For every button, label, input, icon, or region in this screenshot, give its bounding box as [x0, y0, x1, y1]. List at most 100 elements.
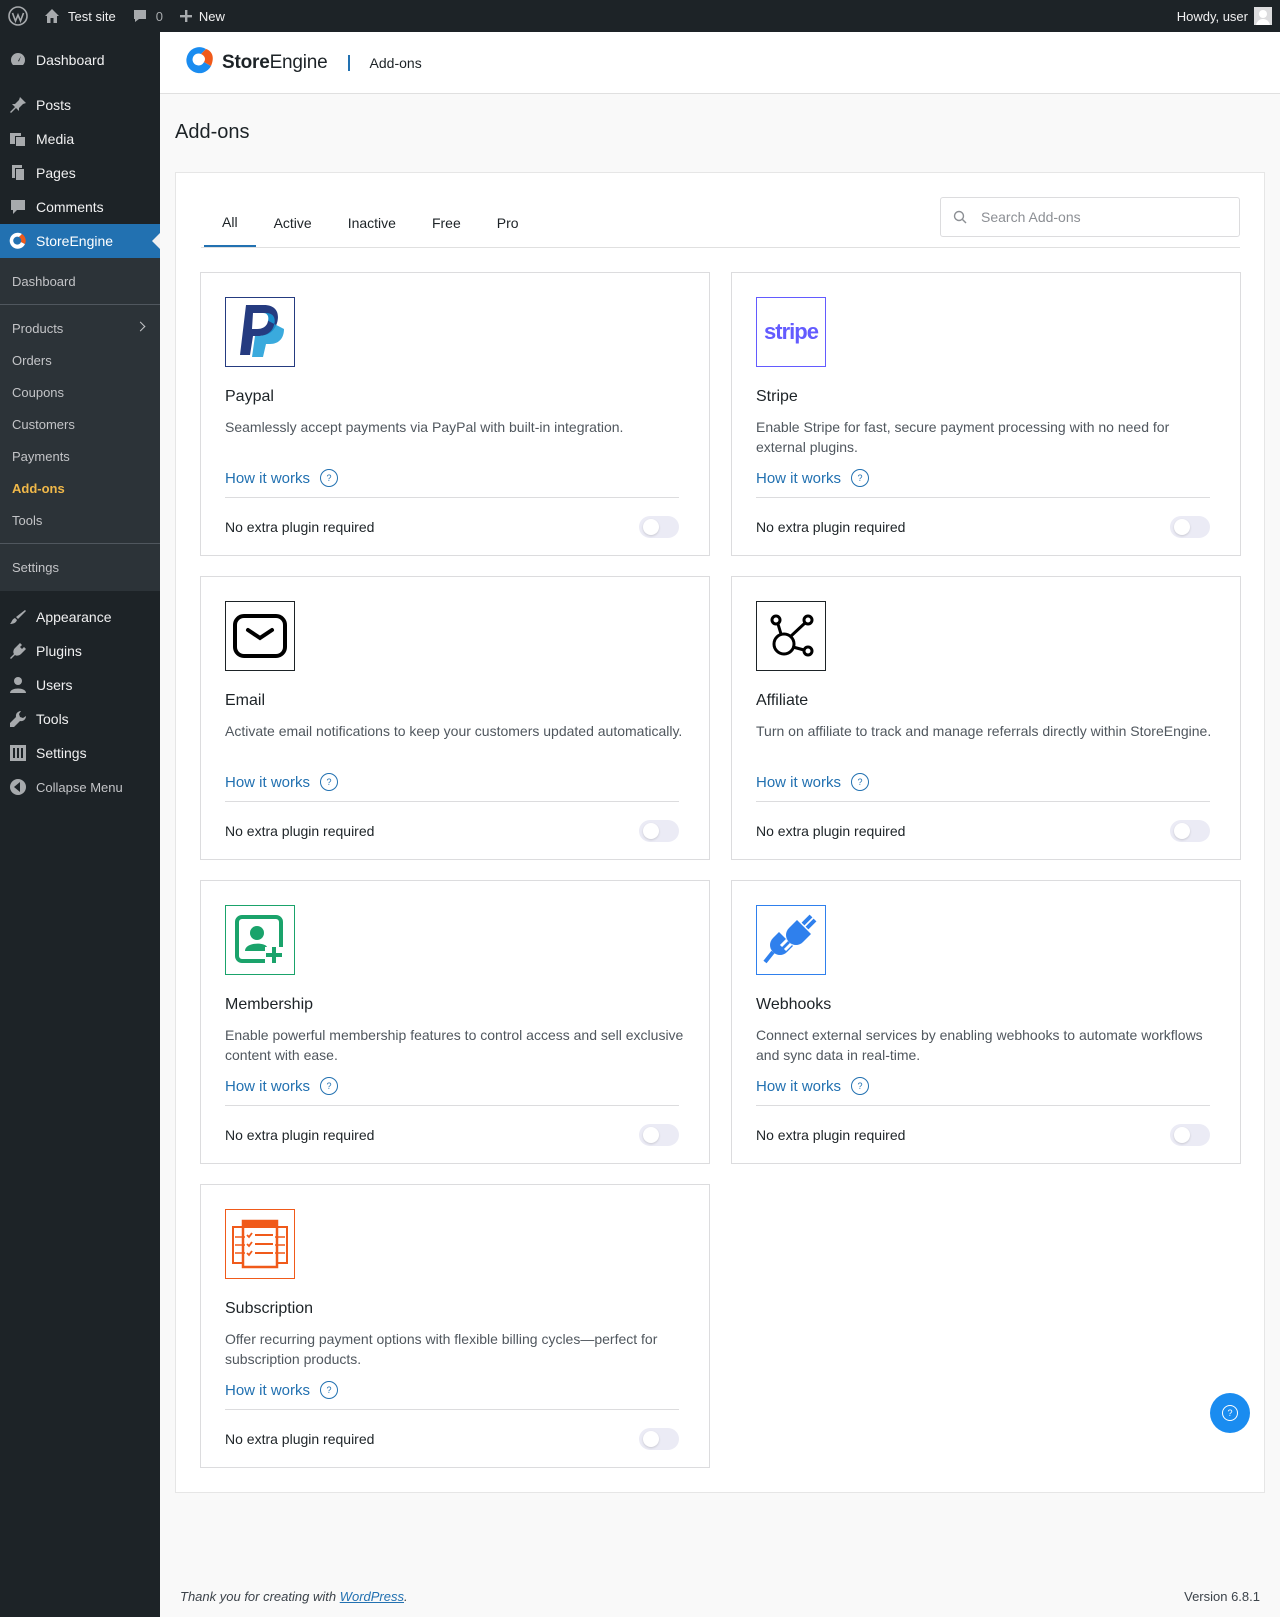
new-content-link[interactable]: New: [171, 0, 233, 32]
addon-toggle[interactable]: [1170, 516, 1210, 538]
affiliate-icon: [756, 601, 826, 671]
addon-description: Enable Stripe for fast, secure payment p…: [756, 419, 1170, 455]
media-icon: [8, 129, 28, 149]
addon-description: Connect external services by enabling we…: [756, 1027, 1203, 1063]
menu-comments[interactable]: Comments: [0, 190, 160, 224]
storeengine-logo-icon: [184, 45, 216, 80]
plugin-requirement: No extra plugin required: [756, 1127, 906, 1143]
help-circle-icon: ?: [320, 773, 339, 791]
tab-active[interactable]: Active: [256, 199, 330, 247]
filter-tabs: All Active Inactive Free Pro: [204, 199, 537, 247]
help-circle-icon: ?: [320, 469, 339, 487]
stripe-wordmark: stripe: [764, 319, 819, 344]
how-it-works-link[interactable]: How it works?: [225, 773, 339, 791]
dashboard-icon: [8, 50, 28, 70]
site-name-link[interactable]: Test site: [36, 0, 124, 32]
how-label: How it works: [225, 773, 311, 791]
submenu-orders[interactable]: Orders: [0, 344, 160, 376]
menu-pages[interactable]: Pages: [0, 156, 160, 190]
my-account[interactable]: Howdy, user: [1177, 0, 1272, 32]
submenu-dashboard[interactable]: Dashboard: [0, 265, 160, 297]
how-it-works-link[interactable]: How it works?: [225, 469, 339, 487]
admin-sidebar: Dashboard Posts Media Pages Comments Sto…: [0, 32, 160, 1617]
submenu-tools[interactable]: Tools: [0, 504, 160, 536]
howdy-text: Howdy, user: [1176, 8, 1248, 24]
menu-label: Plugins: [36, 643, 82, 659]
menu-label: Appearance: [36, 609, 112, 625]
how-it-works-link[interactable]: How it works?: [756, 469, 870, 487]
wordpress-logo-icon[interactable]: [0, 0, 36, 32]
search-input[interactable]: [981, 209, 1221, 225]
addon-toggle[interactable]: [639, 516, 679, 538]
tab-free[interactable]: Free: [414, 199, 479, 247]
submenu-coupons[interactable]: Coupons: [0, 376, 160, 408]
how-it-works-link[interactable]: How it works?: [225, 1077, 339, 1095]
site-name: Test site: [68, 8, 116, 24]
footer-version: Version 6.8.1: [1184, 1589, 1260, 1604]
menu-posts[interactable]: Posts: [0, 88, 160, 122]
menu-users[interactable]: Users: [0, 668, 160, 702]
submenu-payments[interactable]: Payments: [0, 440, 160, 472]
submenu-customers[interactable]: Customers: [0, 408, 160, 440]
page-title: Add-ons: [175, 121, 250, 143]
comments-link[interactable]: 0: [124, 0, 171, 32]
plus-icon: [179, 10, 192, 22]
menu-appearance[interactable]: Appearance: [0, 600, 160, 634]
card-divider: [756, 801, 1210, 802]
addon-toggle[interactable]: [1170, 1124, 1210, 1146]
tab-inactive[interactable]: Inactive: [330, 199, 414, 247]
addon-card-affiliate: Affiliate Turn on affiliate to track and…: [731, 576, 1241, 860]
how-label: How it works: [225, 469, 311, 487]
addon-description: Offer recurring payment options with fle…: [225, 1331, 658, 1367]
help-button[interactable]: ?: [1210, 1393, 1250, 1433]
settings-icon: [8, 743, 28, 763]
comments-count: 0: [155, 8, 163, 24]
how-label: How it works: [225, 1381, 311, 1399]
tab-pro[interactable]: Pro: [479, 199, 537, 247]
menu-tools[interactable]: Tools: [0, 702, 160, 736]
addon-title: Membership: [225, 996, 314, 1013]
addon-toggle[interactable]: [639, 1124, 679, 1146]
plugin-icon: [8, 641, 28, 661]
menu-label: Dashboard: [36, 52, 105, 68]
footer-suffix: .: [404, 1589, 408, 1604]
submenu-products[interactable]: Products: [0, 312, 160, 344]
how-it-works-link[interactable]: How it works?: [756, 1077, 870, 1095]
chevron-right-icon: [135, 321, 146, 332]
addon-title: Subscription: [225, 1300, 314, 1317]
addon-card-webhooks: Webhooks Connect external services by en…: [731, 880, 1241, 1164]
menu-label: Tools: [36, 711, 69, 727]
submenu-separator: [0, 304, 160, 305]
submenu-addons[interactable]: Add-ons: [0, 472, 160, 504]
plugin-requirement: No extra plugin required: [756, 823, 906, 839]
how-label: How it works: [756, 773, 842, 791]
menu-dashboard[interactable]: Dashboard: [0, 43, 160, 77]
submenu-settings[interactable]: Settings: [0, 551, 160, 583]
addon-title: Webhooks: [756, 996, 832, 1013]
menu-plugins[interactable]: Plugins: [0, 634, 160, 668]
addon-toggle[interactable]: [1170, 820, 1210, 842]
how-label: How it works: [225, 1077, 311, 1095]
addon-toggle[interactable]: [639, 1428, 679, 1450]
how-it-works-link[interactable]: How it works?: [225, 1381, 339, 1399]
addon-card-stripe: stripe Stripe Enable Stripe for fast, se…: [731, 272, 1241, 556]
addon-card-paypal: Paypal Seamlessly accept payments via Pa…: [200, 272, 710, 556]
stripe-icon: stripe: [756, 297, 826, 367]
addon-toggle[interactable]: [639, 820, 679, 842]
menu-storeengine[interactable]: StoreEngine: [0, 224, 160, 258]
menu-settings[interactable]: Settings: [0, 736, 160, 770]
comment-bubble-icon: [133, 10, 146, 22]
card-divider: [225, 1105, 679, 1106]
how-label: How it works: [756, 469, 842, 487]
how-it-works-link[interactable]: How it works?: [756, 773, 870, 791]
tab-all[interactable]: All: [204, 199, 256, 247]
menu-media[interactable]: Media: [0, 122, 160, 156]
collapse-menu-button[interactable]: Collapse Menu: [0, 770, 160, 804]
brand-name: StoreEngine: [222, 51, 328, 73]
search-icon: [953, 210, 967, 224]
subscription-icon: [225, 1209, 295, 1279]
how-label: How it works: [756, 1077, 842, 1095]
menu-label: StoreEngine: [36, 233, 114, 249]
wordpress-link[interactable]: WordPress: [340, 1589, 404, 1604]
search-box: [940, 197, 1240, 237]
